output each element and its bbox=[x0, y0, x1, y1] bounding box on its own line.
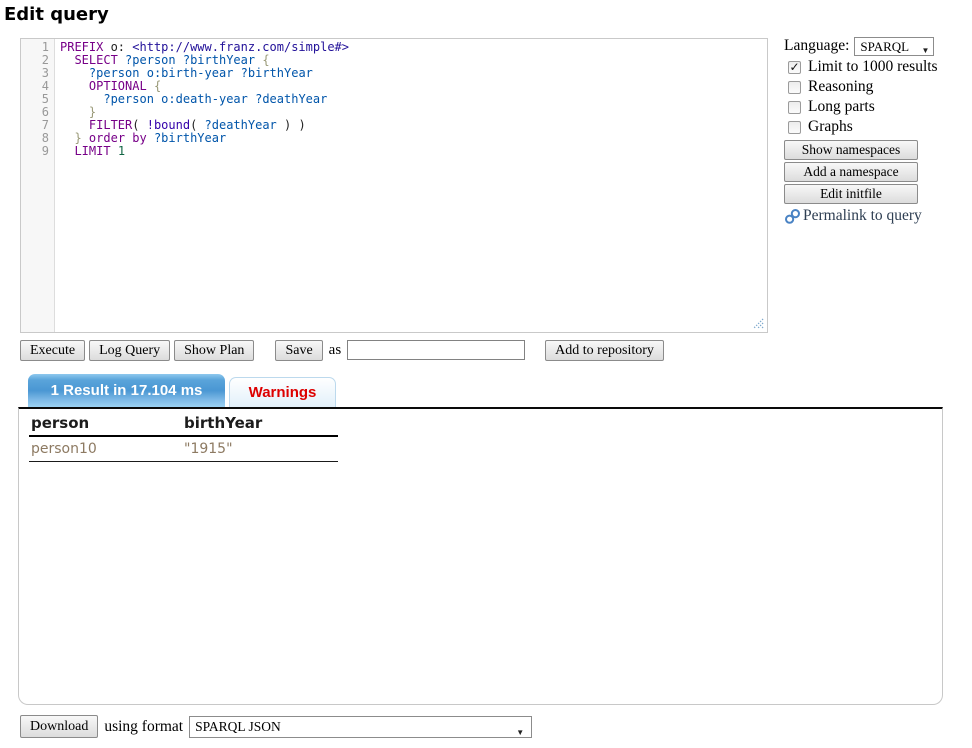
checkbox[interactable] bbox=[788, 101, 801, 114]
checkbox-row: ✓ Limit to 1000 results bbox=[784, 57, 944, 77]
using-format-label: using format bbox=[104, 718, 183, 736]
tab-results[interactable]: 1 Result in 17.104 ms bbox=[28, 374, 225, 407]
results-table: personbirthYear person10"1915" bbox=[29, 411, 338, 462]
checkbox-label: Reasoning bbox=[808, 78, 873, 96]
checkbox-row: Long parts bbox=[784, 97, 944, 117]
save-button[interactable]: Save bbox=[275, 340, 322, 361]
format-select[interactable]: SPARQL JSON ▼ bbox=[189, 716, 532, 738]
log-query-button[interactable]: Log Query bbox=[89, 340, 170, 361]
results-tabs: 1 Result in 17.104 ms Warnings bbox=[28, 374, 336, 407]
results-panel: personbirthYear person10"1915" bbox=[18, 407, 943, 705]
value-cell: "1915" bbox=[182, 436, 338, 462]
resize-handle-icon[interactable] bbox=[752, 317, 764, 329]
code-line: LIMIT 1 bbox=[60, 145, 767, 158]
tab-warnings[interactable]: Warnings bbox=[229, 377, 336, 407]
permalink-label: Permalink to query bbox=[803, 207, 922, 225]
code-line: } order by ?birthYear bbox=[60, 132, 767, 145]
format-select-value: SPARQL JSON bbox=[195, 719, 281, 734]
results-header-row: personbirthYear bbox=[29, 411, 338, 436]
checkbox[interactable] bbox=[788, 81, 801, 94]
editor-gutter: 123456789 bbox=[21, 39, 55, 332]
code-line: ?person o:birth-year ?birthYear bbox=[60, 67, 767, 80]
query-options-sidebar: Language: SPARQL ▼ ✓ Limit to 1000 result… bbox=[784, 36, 944, 225]
sidebar-button[interactable]: Edit initfile bbox=[784, 184, 918, 204]
query-editor[interactable]: 123456789 PREFIX o: <http://www.franz.co… bbox=[20, 38, 768, 333]
permalink-to-query-link[interactable]: Permalink to query bbox=[784, 207, 944, 225]
download-bar: Download using format SPARQL JSON ▼ bbox=[20, 715, 532, 738]
language-select-value: SPARQL bbox=[860, 39, 909, 54]
code-line: ?person o:death-year ?deathYear bbox=[60, 93, 767, 106]
resource-cell[interactable]: person10 bbox=[29, 436, 182, 462]
editor-code[interactable]: PREFIX o: <http://www.franz.com/simple#>… bbox=[55, 39, 767, 332]
checkbox-label: Graphs bbox=[808, 118, 853, 136]
line-number: 9 bbox=[21, 145, 49, 158]
sidebar-button[interactable]: Show namespaces bbox=[784, 140, 918, 160]
add-to-repository-button[interactable]: Add to repository bbox=[545, 340, 664, 361]
chevron-down-icon: ▼ bbox=[516, 723, 524, 743]
sidebar-button[interactable]: Add a namespace bbox=[784, 162, 918, 182]
sidebar-buttons: Show namespacesAdd a namespaceEdit initf… bbox=[784, 140, 944, 204]
page-title: Edit query bbox=[4, 4, 109, 25]
download-button[interactable]: Download bbox=[20, 715, 98, 738]
sidebar-checkboxes: ✓ Limit to 1000 results Reasoning Long part… bbox=[784, 57, 944, 137]
checkbox[interactable]: ✓ bbox=[788, 61, 801, 74]
language-label: Language: bbox=[784, 37, 849, 55]
language-row: Language: SPARQL ▼ bbox=[784, 36, 944, 56]
checkbox-row: Graphs bbox=[784, 117, 944, 137]
save-as-label: as bbox=[323, 342, 348, 359]
execute-button[interactable]: Execute bbox=[20, 340, 85, 361]
column-header: person bbox=[29, 411, 182, 436]
query-actions: Execute Log Query Show Plan Save as Add … bbox=[20, 339, 664, 361]
checkbox[interactable] bbox=[788, 121, 801, 134]
show-plan-button[interactable]: Show Plan bbox=[174, 340, 254, 361]
results-body: person10"1915" bbox=[29, 436, 338, 462]
language-select[interactable]: SPARQL ▼ bbox=[854, 37, 934, 56]
save-as-input[interactable] bbox=[347, 340, 525, 360]
chevron-down-icon: ▼ bbox=[922, 42, 930, 59]
checkbox-label: Limit to 1000 results bbox=[808, 58, 938, 76]
table-row: person10"1915" bbox=[29, 436, 338, 462]
column-header: birthYear bbox=[182, 411, 338, 436]
link-icon bbox=[784, 208, 801, 225]
checkbox-row: Reasoning bbox=[784, 77, 944, 97]
checkbox-label: Long parts bbox=[808, 98, 875, 116]
